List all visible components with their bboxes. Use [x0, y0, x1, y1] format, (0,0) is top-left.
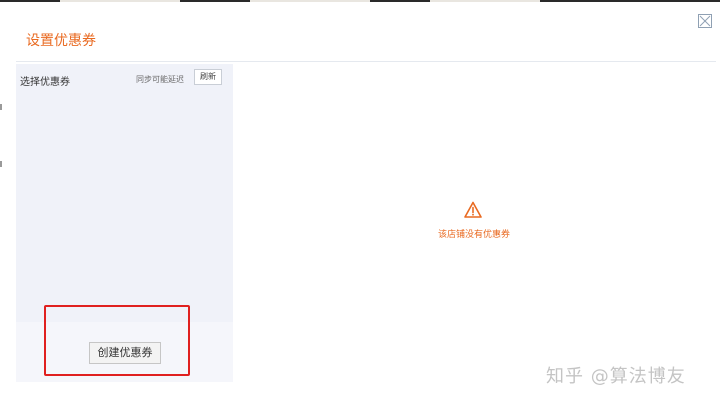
edge-mark [0, 161, 2, 167]
coupon-dialog: 设置优惠券 选择优惠券 同步可能延迟 刷新 创建优惠券 该店铺没有优惠券 知乎 … [4, 2, 716, 400]
coupon-list-panel [16, 64, 233, 322]
dialog-title: 设置优惠券 [26, 33, 96, 49]
refresh-button[interactable]: 刷新 [194, 69, 222, 85]
select-coupon-label: 选择优惠券 [20, 77, 70, 88]
close-button[interactable] [698, 14, 712, 28]
header-divider [16, 61, 716, 62]
sync-delay-note: 同步可能延迟 [136, 75, 184, 84]
empty-state-message: 该店铺没有优惠券 [437, 230, 510, 240]
close-icon [699, 15, 711, 27]
warning-triangle-icon [464, 201, 482, 218]
highlight-box [44, 305, 190, 376]
watermark-text: 知乎 @算法博友 [546, 366, 686, 387]
edge-mark [0, 104, 2, 110]
